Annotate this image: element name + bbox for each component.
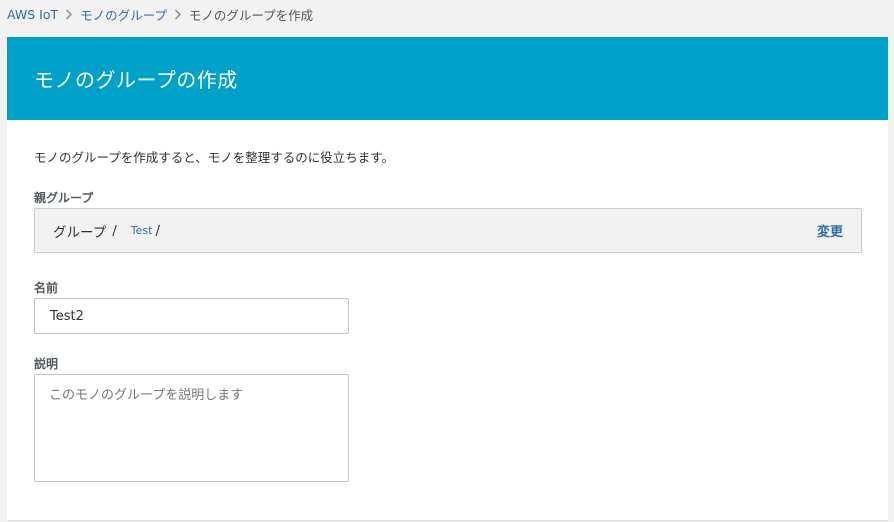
parent-root: グループ [53,224,107,241]
name-input[interactable] [34,298,349,334]
description-label: 説明 [34,357,59,371]
path-separator: / [155,222,160,239]
parent-group-box: グループ / Test / 変更 [34,208,862,253]
description-textarea[interactable] [34,374,349,482]
name-label: 名前 [34,281,59,295]
breadcrumb-current: モノのグループを作成 [188,7,314,23]
chevron-right-icon [167,9,189,20]
breadcrumb-aws-iot[interactable]: AWS IoT [7,7,58,22]
create-group-card: モノのグループの作成 モノのグループを作成すると、モノを整理するのに役立ちます。… [7,37,888,521]
parent-group-link-test[interactable]: Test [131,224,153,237]
parent-group-path: グループ / Test / [53,221,817,241]
breadcrumb: AWS IoT モノのグループ モノのグループを作成 [7,4,313,24]
card-header: モノのグループの作成 [7,37,888,120]
page-title: モノのグループの作成 [34,68,238,92]
parent-group-label: 親グループ [34,191,94,205]
path-separator: / [112,222,117,239]
change-parent-button[interactable]: 変更 [817,221,843,240]
form-description: モノのグループを作成すると、モノを整理するのに役立ちます。 [34,150,395,165]
chevron-right-icon [58,9,80,20]
breadcrumb-thing-groups[interactable]: モノのグループ [80,5,167,24]
